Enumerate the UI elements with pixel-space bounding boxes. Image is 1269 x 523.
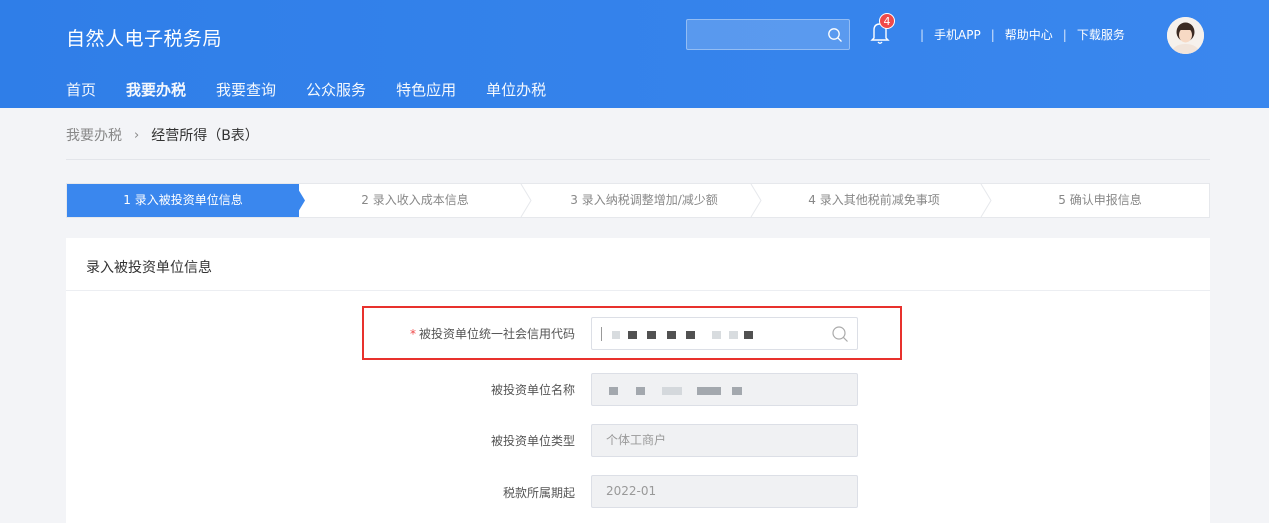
form-title: 录入被投资单位信息 — [86, 260, 212, 276]
user-avatar-icon — [1167, 17, 1204, 54]
nav-item-special-apps[interactable]: 特色应用 — [396, 79, 456, 103]
main-nav: 首页 我要办税 我要查询 公众服务 特色应用 单位办税 — [66, 79, 576, 103]
masked-text — [647, 331, 656, 339]
unit-name-label: 被投资单位名称 — [490, 383, 575, 397]
masked-text — [662, 387, 682, 395]
app-title[interactable]: 自然人电子税务局 — [66, 24, 222, 51]
form-title-divider — [66, 290, 1210, 291]
avatar[interactable] — [1167, 17, 1204, 54]
step-4[interactable]: 4 录入其他税前减免事项 — [761, 184, 987, 217]
link-separator: | — [1062, 27, 1067, 42]
masked-text — [667, 331, 676, 339]
step-5[interactable]: 5 确认申报信息 — [991, 184, 1209, 217]
breadcrumb-divider — [66, 159, 1210, 160]
nav-item-public-service[interactable]: 公众服务 — [306, 79, 366, 103]
masked-text — [729, 331, 738, 339]
search-icon[interactable] — [827, 27, 843, 43]
masked-text — [744, 331, 753, 339]
breadcrumb-separator: › — [134, 127, 140, 143]
nav-item-tax-handling[interactable]: 我要办税 — [126, 79, 186, 103]
masked-text — [712, 331, 721, 339]
tax-period-start-field: 2022-01 — [591, 475, 858, 508]
download-service-link[interactable]: 下载服务 — [1077, 26, 1125, 43]
masked-text — [636, 387, 645, 395]
step-2[interactable]: 2 录入收入成本信息 — [305, 184, 525, 217]
step-1[interactable]: 1 录入被投资单位信息 — [67, 184, 299, 217]
top-links: | 手机APP | 帮助中心 | 下载服务 — [910, 26, 1125, 43]
masked-text — [609, 387, 618, 395]
credit-code-label-text: 被投资单位统一社会信用代码 — [418, 327, 575, 341]
nav-item-query[interactable]: 我要查询 — [216, 79, 276, 103]
notification-badge: 4 — [879, 13, 895, 29]
nav-item-unit-tax[interactable]: 单位办税 — [486, 79, 546, 103]
search-icon[interactable] — [831, 325, 849, 343]
top-header: 自然人电子税务局 4 | 手机APP | 帮助中心 | 下载服务 首页 我要办税… — [0, 0, 1269, 108]
masked-text — [697, 387, 721, 395]
nav-item-home[interactable]: 首页 — [66, 79, 96, 103]
masked-text — [612, 331, 620, 339]
mobile-app-link[interactable]: 手机APP — [934, 26, 981, 43]
masked-text — [628, 331, 637, 339]
step-3[interactable]: 3 录入纳税调整增加/减少额 — [531, 184, 757, 217]
breadcrumb-parent[interactable]: 我要办税 — [66, 125, 122, 145]
header-search-input[interactable] — [693, 26, 823, 44]
credit-code-input[interactable] — [591, 317, 858, 350]
required-mark: * — [409, 327, 416, 341]
unit-name-field — [591, 373, 858, 406]
step-progress-bar: 1 录入被投资单位信息 2 录入收入成本信息 3 录入纳税调整增加/减少额 4 … — [66, 183, 1210, 218]
help-center-link[interactable]: 帮助中心 — [1005, 26, 1053, 43]
tax-period-start-label: 税款所属期起 — [502, 486, 575, 500]
unit-type-field: 个体工商户 — [591, 424, 858, 457]
breadcrumb: 我要办税 › 经营所得（B表） — [66, 125, 259, 145]
unit-type-label: 被投资单位类型 — [490, 434, 575, 448]
masked-text — [686, 331, 695, 339]
link-separator: | — [920, 27, 925, 42]
form-card: 录入被投资单位信息 * 被投资单位统一社会信用代码 被投资单位名称 被投资单位类型… — [66, 238, 1210, 523]
credit-code-label: * 被投资单位统一社会信用代码 — [355, 325, 575, 342]
header-search-box[interactable] — [686, 19, 850, 50]
text-cursor — [601, 327, 602, 341]
masked-text — [732, 387, 742, 395]
breadcrumb-current: 经营所得（B表） — [151, 128, 259, 144]
link-separator: | — [990, 27, 995, 42]
